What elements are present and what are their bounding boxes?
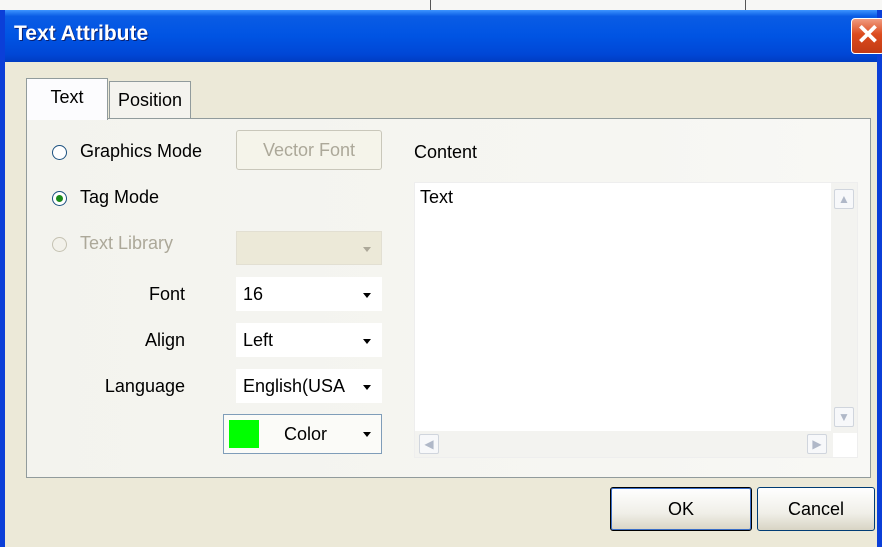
tab-text[interactable]: Text	[26, 78, 108, 120]
align-label: Align	[144, 330, 185, 350]
chevron-right-icon[interactable]: ▶	[807, 434, 827, 454]
chevron-up-icon[interactable]: ▲	[834, 189, 854, 209]
color-swatch	[229, 420, 259, 448]
content-textarea[interactable]: Text ▲ ▼ ◀ ▶	[414, 182, 858, 458]
text-library-select[interactable]	[236, 231, 382, 265]
vertical-scrollbar[interactable]: ▲ ▼	[831, 183, 857, 433]
tab-position[interactable]: Position	[109, 81, 191, 119]
window-title: Text Attribute	[14, 22, 149, 45]
align-select[interactable]: Left	[236, 323, 382, 357]
color-label: Color	[284, 424, 328, 444]
tab-position-label: Position	[117, 90, 183, 110]
font-value: 16	[243, 284, 264, 304]
language-select[interactable]: English(USA	[236, 369, 382, 403]
radio-circle	[52, 145, 67, 160]
language-value: English(USA	[243, 376, 346, 396]
chevron-down-icon[interactable]: ▼	[834, 407, 854, 427]
content-text: Text	[420, 187, 454, 207]
horizontal-scrollbar[interactable]: ◀ ▶	[415, 431, 833, 457]
chevron-down-icon	[363, 293, 371, 298]
graphics-mode-label: Graphics Mode	[80, 141, 203, 161]
chevron-down-icon	[363, 247, 371, 252]
vector-font-label: Vector Font	[262, 140, 356, 160]
close-icon: ✕	[856, 19, 880, 50]
tag-mode-label: Tag Mode	[80, 187, 160, 207]
font-select[interactable]: 16	[236, 277, 382, 311]
vector-font-button[interactable]: Vector Font	[236, 130, 382, 170]
font-label: Font	[148, 284, 185, 304]
radio-circle-disabled	[52, 237, 67, 252]
color-picker-button[interactable]: Color	[223, 414, 382, 454]
text-attribute-dialog: Text Attribute ✕ Text Position Graphics …	[0, 10, 882, 547]
chevron-left-icon[interactable]: ◀	[419, 434, 439, 454]
cancel-button[interactable]: Cancel	[757, 487, 875, 531]
tab-text-label: Text	[50, 87, 84, 107]
title-bar[interactable]: Text Attribute ✕	[5, 10, 882, 62]
chevron-down-icon	[363, 339, 371, 344]
close-button[interactable]: ✕	[851, 18, 882, 54]
radio-circle-selected	[52, 191, 67, 206]
text-library-label: Text Library	[80, 233, 174, 253]
language-label: Language	[104, 376, 185, 396]
divider	[430, 0, 431, 10]
ok-label: OK	[667, 499, 694, 519]
chevron-down-icon	[363, 385, 371, 390]
align-value: Left	[243, 330, 274, 350]
divider	[745, 0, 746, 10]
chevron-down-icon	[363, 432, 371, 437]
content-label: Content	[414, 142, 478, 162]
ok-button[interactable]: OK	[610, 487, 752, 531]
cancel-label: Cancel	[787, 499, 845, 519]
